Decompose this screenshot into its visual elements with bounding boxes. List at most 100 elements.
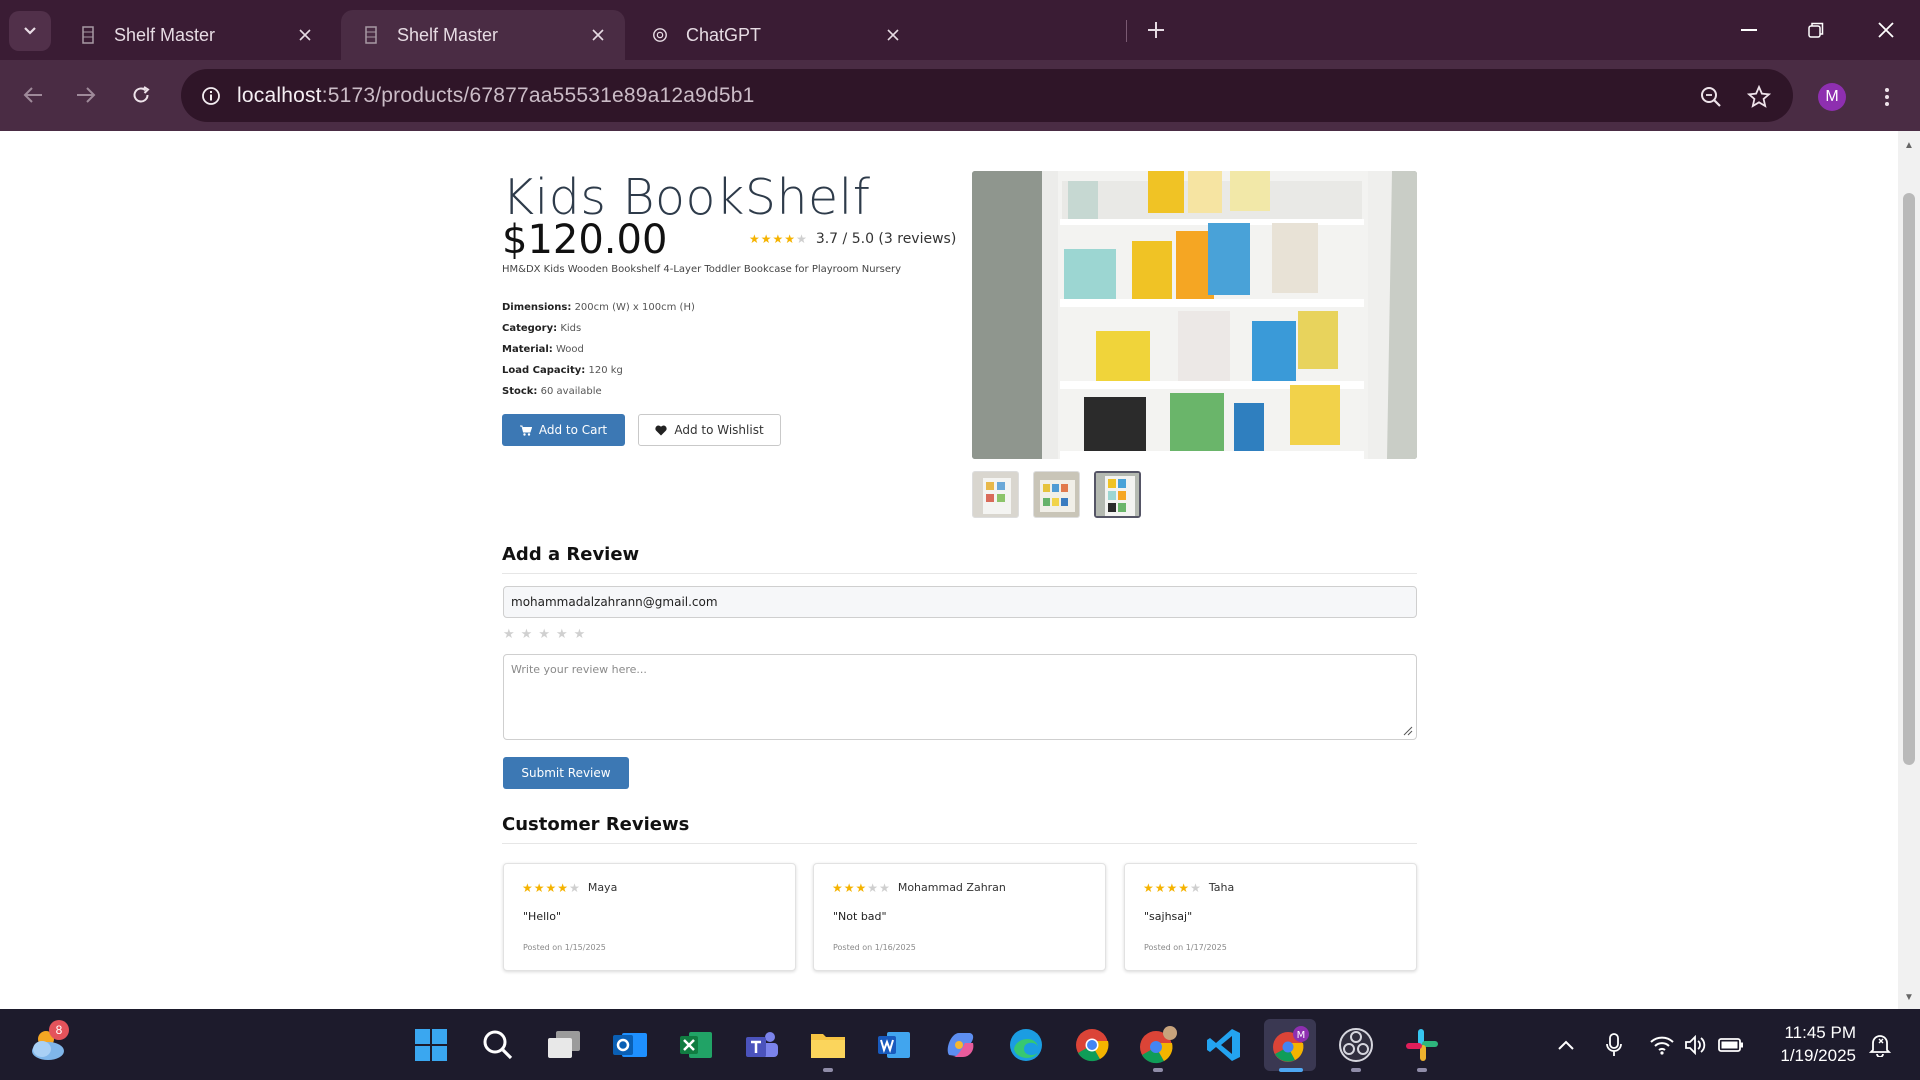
chrome-app[interactable] (1070, 1023, 1114, 1067)
profile-avatar[interactable]: M (1818, 83, 1846, 111)
review-text-area[interactable]: Write your review here... (503, 654, 1417, 740)
chevron-down-icon (24, 27, 36, 35)
heart-icon (655, 425, 667, 435)
active-indicator (1279, 1068, 1303, 1072)
folder-icon (811, 1034, 845, 1058)
star-empty-icon: ★ (1190, 880, 1201, 895)
site-info-icon[interactable] (185, 70, 237, 122)
excel-icon (680, 1032, 712, 1058)
search-button[interactable] (476, 1023, 520, 1067)
spec-stock: Stock: 60 available (502, 386, 602, 397)
word-app[interactable] (872, 1023, 916, 1067)
show-hidden-icons-button[interactable] (1552, 1031, 1580, 1059)
start-button[interactable] (409, 1023, 453, 1067)
chrome-profile-app[interactable] (1136, 1023, 1180, 1067)
edge-app[interactable] (1004, 1023, 1048, 1067)
scroll-down-arrow-icon[interactable]: ▼ (1898, 987, 1920, 1007)
microphone-icon[interactable] (1600, 1031, 1628, 1059)
tab-title: Shelf Master (397, 24, 499, 45)
file-explorer-app[interactable] (806, 1023, 850, 1067)
minimize-icon (1741, 29, 1757, 31)
new-tab-button[interactable] (1138, 12, 1174, 48)
star-filled-icon: ★ (772, 232, 784, 246)
add-to-wishlist-button[interactable]: Add to Wishlist (638, 414, 781, 446)
vscode-icon (1207, 1029, 1240, 1061)
close-tab-icon[interactable] (290, 20, 320, 50)
tab-shelf-master-2[interactable]: Shelf Master (341, 10, 625, 60)
add-to-cart-button[interactable]: Add to Cart (502, 414, 625, 446)
back-button[interactable] (12, 74, 54, 116)
scrollbar-thumb[interactable] (1903, 193, 1915, 765)
reload-icon (133, 86, 150, 103)
teams-app[interactable] (740, 1023, 784, 1067)
outlook-app[interactable] (608, 1023, 652, 1067)
system-clock[interactable]: 11:45 PM 1/19/2025 (1756, 1021, 1856, 1067)
slack-icon (1406, 1029, 1438, 1061)
restore-button[interactable] (1786, 8, 1846, 52)
product-price: $120.00 (502, 217, 668, 263)
wifi-icon[interactable] (1648, 1031, 1676, 1059)
tab-chatgpt[interactable]: ChatGPT (630, 10, 920, 60)
product-description: HM&DX Kids Wooden Bookshelf 4-Layer Todd… (502, 264, 902, 275)
bookmark-star-icon[interactable] (1743, 81, 1775, 113)
divider (502, 573, 1417, 574)
review-comment: "Not bad" (833, 910, 887, 923)
running-indicator (1351, 1068, 1361, 1072)
close-tab-icon[interactable] (583, 20, 613, 50)
reviewer-name: Taha (1208, 881, 1235, 894)
review-header: ★ ★ ★ ★ ★ Maya (522, 881, 617, 894)
page-scrollbar[interactable]: ▲ ▼ (1898, 131, 1920, 1009)
task-view-button[interactable] (542, 1023, 586, 1067)
obs-app[interactable] (1334, 1023, 1378, 1067)
volume-icon[interactable] (1682, 1031, 1710, 1059)
zoom-icon[interactable] (1695, 81, 1727, 113)
review-stars: ★ ★ ★ ★ ★ (832, 882, 890, 894)
product-main-image[interactable] (972, 171, 1417, 459)
rating-star-1[interactable]: ★ (503, 628, 515, 641)
submit-review-button[interactable]: Submit Review (503, 757, 629, 789)
url-host: localhost (237, 83, 322, 107)
rating-star-3[interactable]: ★ (538, 628, 550, 641)
close-tab-icon[interactable] (878, 20, 908, 50)
browser-menu-button[interactable] (1872, 78, 1902, 116)
slack-app[interactable] (1400, 1023, 1444, 1067)
star-filled-icon: ★ (545, 880, 557, 895)
minimize-button[interactable] (1719, 8, 1779, 52)
reload-button[interactable] (120, 74, 162, 116)
chevron-up-icon (1558, 1040, 1574, 1050)
product-rating: ★ ★ ★ ★ ★ 3.7 / 5.0 (3 reviews) (749, 231, 956, 247)
thumbnail-3[interactable] (1094, 471, 1141, 518)
url-text: localhost:5173/products/67877aa55531e89a… (237, 84, 755, 108)
teams-icon (746, 1032, 778, 1057)
rating-star-4[interactable]: ★ (556, 628, 568, 641)
chrome-active-app[interactable]: M (1264, 1019, 1316, 1071)
vscode-app[interactable] (1202, 1023, 1246, 1067)
resize-grip-icon[interactable] (1403, 726, 1413, 736)
tab-search-button[interactable] (9, 11, 51, 51)
rating-star-2[interactable]: ★ (521, 628, 533, 641)
review-email-field[interactable]: mohammadalzahrann@gmail.com (503, 586, 1417, 618)
review-rating-input[interactable]: ★ ★ ★ ★ ★ (503, 628, 585, 641)
thumbnail-1[interactable] (972, 471, 1019, 518)
excel-app[interactable] (674, 1023, 718, 1067)
bookshelf-favicon-icon (363, 25, 379, 45)
review-card: ★ ★ ★ ★ ★ Mohammad Zahran "Not bad" Posted o… (813, 863, 1106, 971)
battery-icon[interactable] (1717, 1031, 1745, 1059)
scroll-up-arrow-icon[interactable]: ▲ (1898, 135, 1920, 155)
windows-taskbar: 8 M 11:45 PM 1/19/2025 (0, 1009, 1920, 1080)
star-empty-icon: ★ (867, 880, 879, 895)
rating-star-5[interactable]: ★ (574, 628, 586, 641)
thumbnail-2[interactable] (1033, 471, 1080, 518)
review-header: ★ ★ ★ ★ ★ Mohammad Zahran (832, 881, 1006, 894)
star-filled-icon: ★ (1166, 880, 1178, 895)
rating-stars: ★ ★ ★ ★ ★ (749, 233, 807, 245)
tab-shelf-master-1[interactable]: Shelf Master (58, 10, 332, 60)
forward-button[interactable] (65, 74, 107, 116)
copilot-app[interactable] (938, 1023, 982, 1067)
close-window-button[interactable] (1856, 8, 1916, 52)
running-indicator (1417, 1068, 1427, 1072)
address-bar[interactable]: localhost:5173/products/67877aa55531e89a… (181, 69, 1793, 122)
chrome-icon: M (1273, 1026, 1309, 1062)
review-card: ★ ★ ★ ★ ★ Maya "Hello" Posted on 1/15/2025 (503, 863, 796, 971)
notifications-icon[interactable] (1866, 1031, 1894, 1059)
